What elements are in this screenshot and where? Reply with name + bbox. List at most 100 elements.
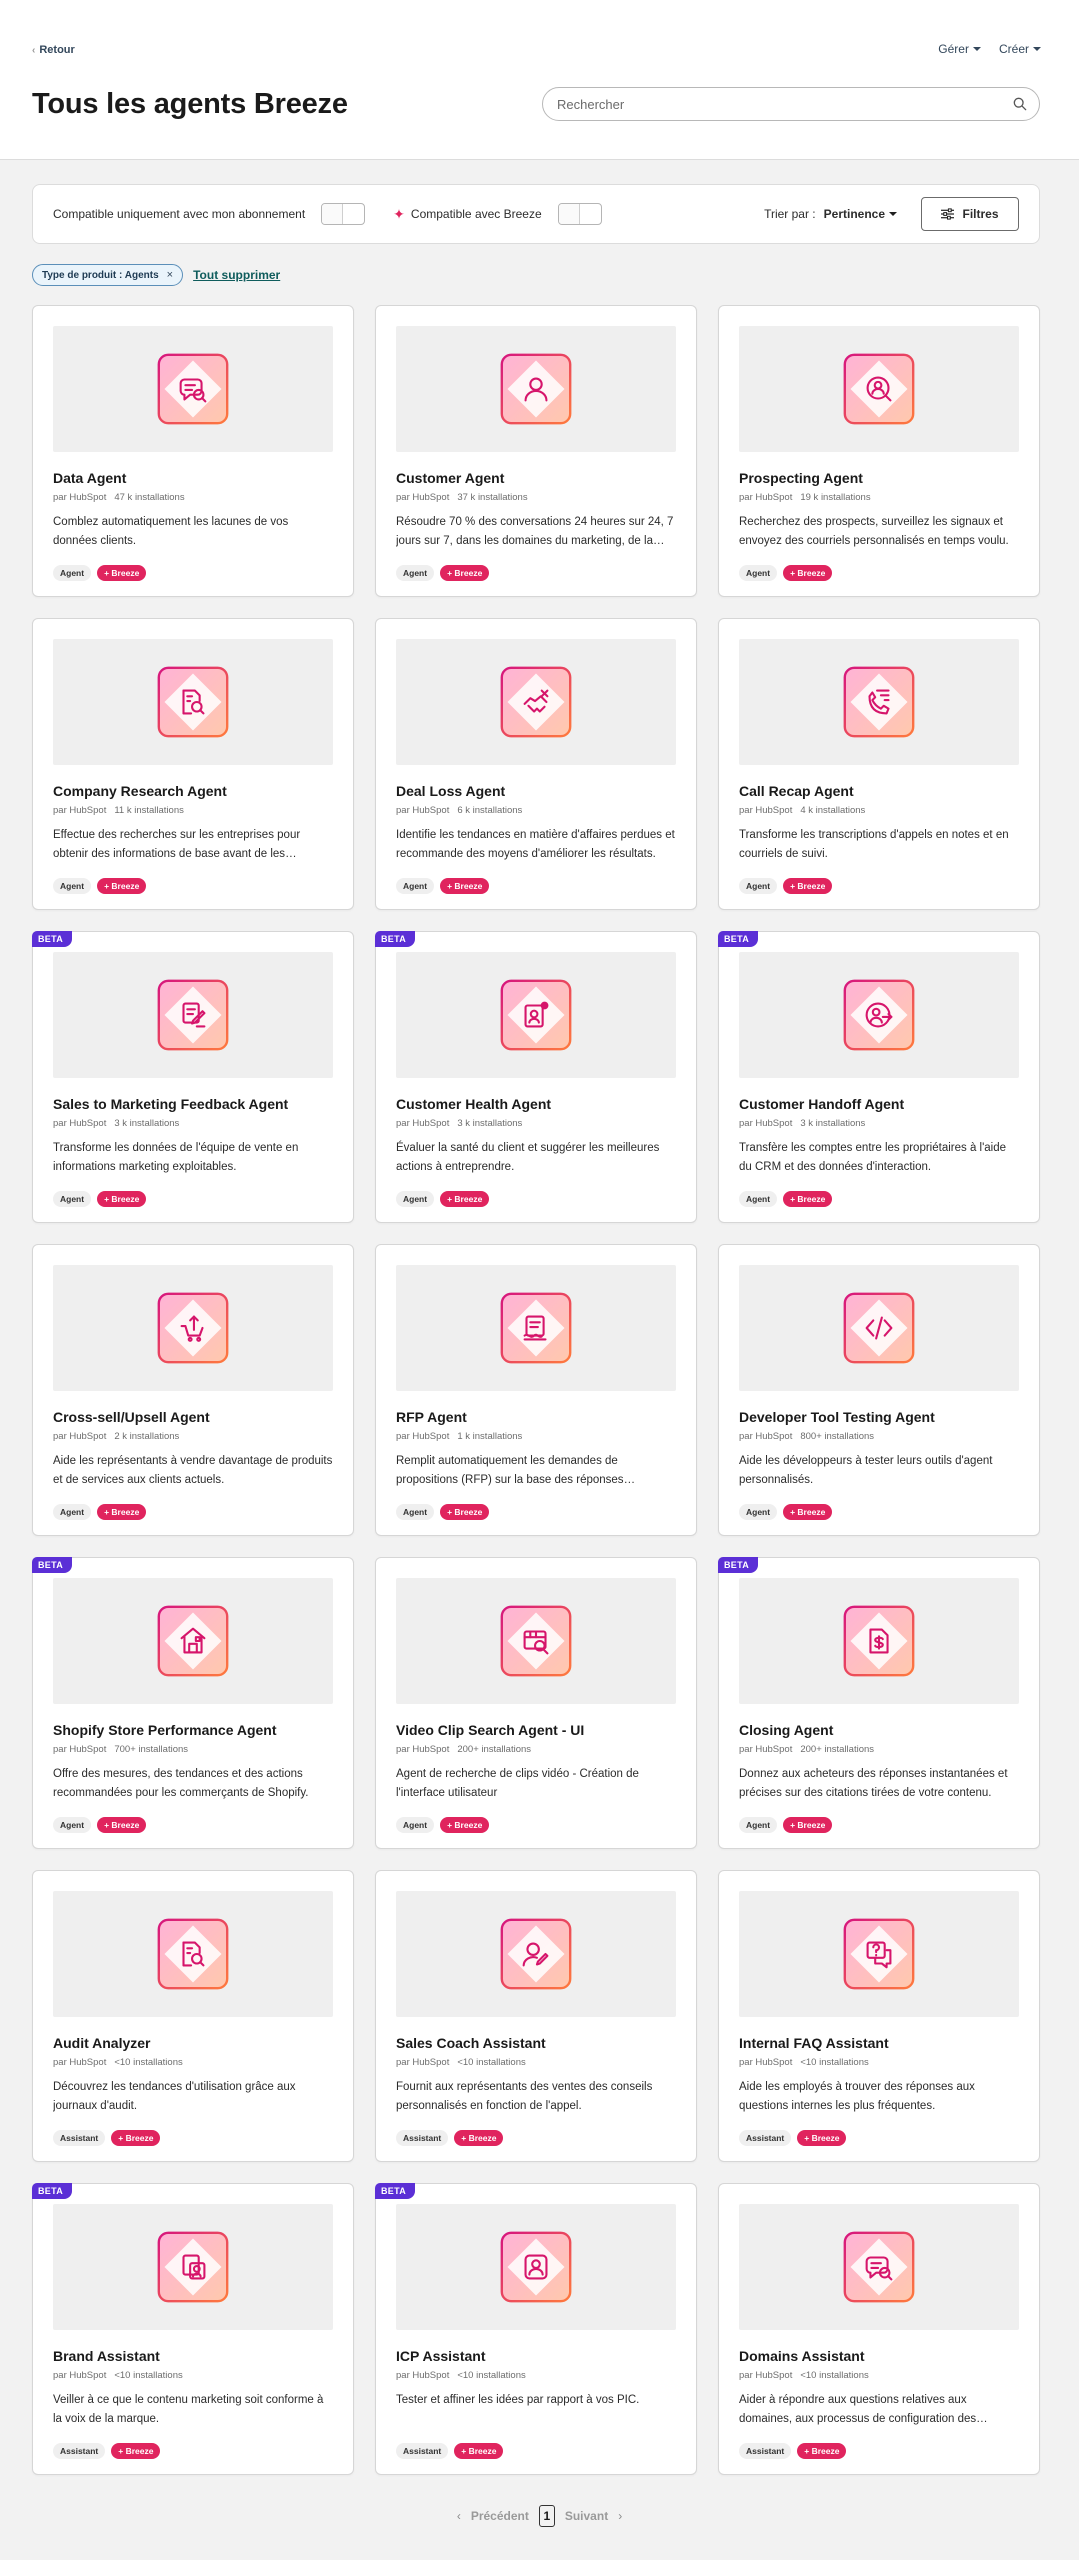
next-page-button[interactable]: Suivant [565, 2509, 608, 2523]
agent-card[interactable]: Cross-sell/Upsell Agent par HubSpot 2 k i… [32, 1244, 354, 1536]
close-icon[interactable]: × [167, 269, 173, 281]
agent-card[interactable]: BETA Sales to Marketing Feedback Agent p… [32, 931, 354, 1223]
breeze-tag: + Breeze [97, 878, 147, 894]
card-thumbnail [53, 1891, 333, 2017]
card-description: Transforme les données de l'équipe de ve… [53, 1142, 299, 1173]
card-tags: Assistant + Breeze [739, 2130, 1019, 2146]
clear-all-link[interactable]: Tout supprimer [193, 268, 280, 282]
card-meta: par HubSpot <10 installations [739, 2057, 1019, 2068]
sort-dropdown[interactable]: Pertinence [824, 207, 897, 221]
card-meta: par HubSpot <10 installations [53, 2370, 333, 2381]
card-thumbnail [739, 326, 1019, 452]
card-description: Transfère les comptes entre les propriét… [739, 1142, 1007, 1173]
type-tag: Assistant [739, 2443, 792, 2459]
card-tags: Agent + Breeze [53, 878, 333, 894]
card-tags: Assistant + Breeze [739, 2443, 1019, 2459]
beta-badge: BETA [32, 2183, 73, 2199]
card-title: Deal Loss Agent [396, 783, 506, 799]
agent-card[interactable]: Video Clip Search Agent - UI par HubSpot… [375, 1557, 697, 1849]
beta-badge: BETA [718, 1557, 759, 1573]
card-title: Sales Coach Assistant [396, 2035, 546, 2051]
compat-subscription-toggle[interactable] [321, 203, 366, 225]
agent-card[interactable]: Domains Assistant par HubSpot <10 install… [718, 2183, 1040, 2475]
person-transfer-icon [843, 979, 915, 1051]
dollar-document-icon [843, 1605, 915, 1677]
search-box[interactable] [542, 87, 1040, 121]
agent-card[interactable]: Customer Agent par HubSpot 37 k installat… [375, 305, 697, 597]
toggle-knob [322, 204, 344, 224]
card-author: par HubSpot [53, 2370, 107, 2381]
card-thumbnail [53, 952, 333, 1078]
card-thumbnail [396, 1891, 676, 2017]
agent-card[interactable]: Deal Loss Agent par HubSpot 6 k installat… [375, 618, 697, 910]
card-description: Aide les représentants à vendre davantag… [53, 1455, 333, 1486]
breeze-tag: + Breeze [783, 1504, 833, 1520]
card-tags: Assistant + Breeze [53, 2130, 333, 2146]
type-tag: Agent [739, 565, 778, 581]
agent-card[interactable]: Sales Coach Assistant par HubSpot <10 ins… [375, 1870, 697, 2162]
card-installs: 1 k installations [457, 1431, 523, 1442]
card-meta: par HubSpot 47 k installations [53, 492, 333, 503]
agent-card[interactable]: BETA Shopify Store Performance Agent par… [32, 1557, 354, 1849]
card-description: Résoudre 70 % des conversations 24 heure… [396, 516, 674, 547]
agent-card[interactable]: Developer Tool Testing Agent par HubSpot… [718, 1244, 1040, 1536]
back-link[interactable]: ‹ Retour [32, 44, 75, 56]
person-icon [500, 353, 572, 425]
card-installs: 3 k installations [800, 1118, 866, 1129]
card-meta: par HubSpot <10 installations [739, 2370, 1019, 2381]
card-installs: 800+ installations [800, 1431, 875, 1442]
card-author: par HubSpot [739, 1744, 793, 1755]
card-title: Domains Assistant [739, 2348, 865, 2364]
filter-chip[interactable]: Type de produit : Agents × [32, 264, 184, 286]
card-thumbnail [53, 1265, 333, 1391]
agent-card[interactable]: BETA ICP Assistant par HubSpot <10 instal… [375, 2183, 697, 2475]
card-author: par HubSpot [396, 2057, 450, 2068]
card-thumbnail [739, 952, 1019, 1078]
card-author: par HubSpot [53, 2057, 107, 2068]
breeze-tag: + Breeze [783, 1817, 833, 1833]
search-icon[interactable] [1013, 97, 1027, 111]
card-thumbnail [739, 1265, 1019, 1391]
card-installs: 200+ installations [800, 1744, 875, 1755]
card-tags: Agent + Breeze [739, 565, 1019, 581]
agent-card[interactable]: BETA Customer Handoff Agent par HubSpot 3… [718, 931, 1040, 1223]
type-tag: Agent [739, 1504, 778, 1520]
active-filters: Type de produit : Agents × Tout supprime… [32, 264, 280, 286]
agent-card[interactable]: Prospecting Agent par HubSpot 19 k instal… [718, 305, 1040, 597]
beta-badge: BETA [32, 1557, 73, 1573]
card-title: Customer Health Agent [396, 1096, 552, 1112]
breeze-tag: + Breeze [97, 565, 147, 581]
agent-card[interactable]: RFP Agent par HubSpot 1 k installations R… [375, 1244, 697, 1536]
current-page[interactable]: 1 [538, 2505, 555, 2527]
breeze-tag: + Breeze [97, 1504, 147, 1520]
filters-button[interactable]: Filtres [921, 197, 1019, 231]
card-installs: 6 k installations [457, 805, 523, 816]
agent-card[interactable]: Company Research Agent par HubSpot 11 k i… [32, 618, 354, 910]
agents-grid: Data Agent par HubSpot 47 k installations… [32, 305, 1040, 2475]
card-title: Brand Assistant [53, 2348, 160, 2364]
menu-gerer[interactable]: Gérer [938, 42, 981, 56]
agent-card[interactable]: BETA Customer Health Agent par HubSpot 3 … [375, 931, 697, 1223]
card-installs: 4 k installations [800, 805, 866, 816]
card-title: Shopify Store Performance Agent [53, 1722, 277, 1738]
card-meta: par HubSpot 3 k installations [396, 1118, 676, 1129]
card-meta: par HubSpot 200+ installations [396, 1744, 676, 1755]
card-title: Call Recap Agent [739, 783, 854, 799]
agent-card[interactable]: BETA Brand Assistant par HubSpot <10 inst… [32, 2183, 354, 2475]
menu-creer[interactable]: Créer [999, 42, 1041, 56]
compat-breeze-toggle[interactable] [557, 203, 602, 225]
type-tag: Agent [53, 1817, 92, 1833]
agent-card[interactable]: Data Agent par HubSpot 47 k installations… [32, 305, 354, 597]
agent-card[interactable]: BETA Closing Agent par HubSpot 200+ insta… [718, 1557, 1040, 1849]
agent-card[interactable]: Call Recap Agent par HubSpot 4 k installa… [718, 618, 1040, 910]
search-input[interactable] [557, 96, 1013, 112]
card-tags: Agent + Breeze [53, 1817, 333, 1833]
prev-page-button[interactable]: Précédent [471, 2509, 529, 2523]
agent-card[interactable]: Internal FAQ Assistant par HubSpot <10 in… [718, 1870, 1040, 2162]
breeze-tag: + Breeze [440, 1191, 490, 1207]
breeze-tag: + Breeze [440, 565, 490, 581]
card-description: Effectue des recherches sur les entrepri… [53, 829, 301, 860]
agent-card[interactable]: Audit Analyzer par HubSpot <10 installati… [32, 1870, 354, 2162]
card-thumbnail [396, 326, 676, 452]
breeze-tag: + Breeze [440, 1504, 490, 1520]
